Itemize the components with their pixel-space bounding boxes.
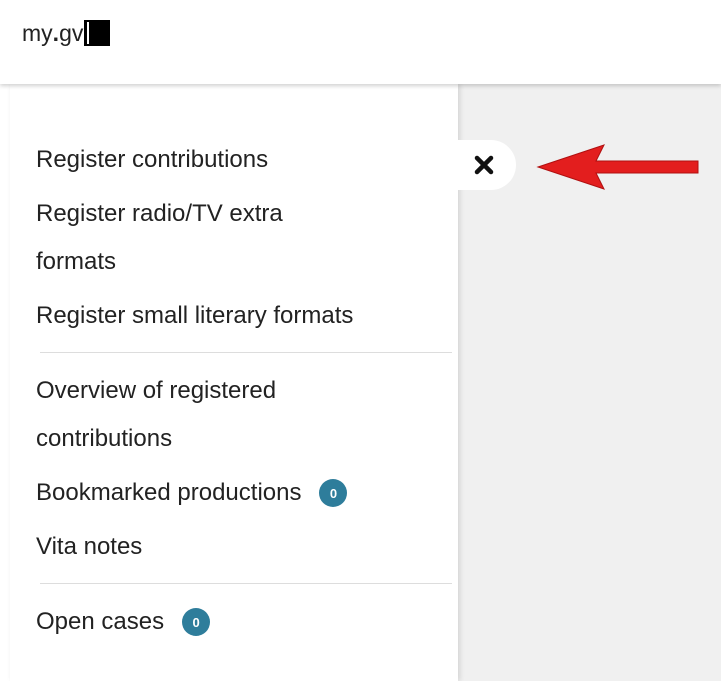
menu-item-overview-registered[interactable]: Overview of registered contributions [36, 367, 426, 463]
open-cases-count-badge: 0 [182, 608, 211, 636]
menu-item-label: Register small literary formats [36, 302, 354, 329]
menu-item-register-radio-tv[interactable]: Register radio/TV extra formats [36, 190, 426, 286]
menu-item-label: Vita notes [36, 533, 143, 560]
menu-divider [40, 352, 452, 353]
menu-item-label-line2: contributions [36, 425, 173, 452]
bookmarked-count-badge: 0 [319, 479, 348, 507]
app-logo[interactable]: my. gv [22, 16, 111, 50]
menu-item-label: Open cases [36, 608, 165, 635]
menu-item-register-contributions[interactable]: Register contributions [36, 136, 426, 184]
menu-item-bookmarked-productions[interactable]: Bookmarked productions 0 [36, 469, 426, 517]
app-header: my. gv [0, 0, 721, 84]
navigation-drawer: Register contributions Register radio/TV… [10, 84, 458, 681]
nav-menu: Register contributions Register radio/TV… [36, 136, 452, 646]
menu-divider [40, 583, 452, 584]
menu-item-label-line1: Overview of registered [36, 377, 277, 404]
menu-item-label-line2: formats [36, 248, 117, 275]
close-drawer-button[interactable] [458, 140, 516, 190]
text-cursor-block [84, 20, 111, 46]
menu-item-label: Register contributions [36, 146, 269, 173]
menu-item-label-line1: Register radio/TV extra [36, 200, 283, 227]
menu-item-vita-notes[interactable]: Vita notes [36, 523, 426, 571]
arrow-left-annotation-icon [536, 144, 699, 190]
logo-text: my [22, 19, 53, 46]
menu-item-label: Bookmarked productions [36, 479, 302, 506]
menu-item-register-small-literary[interactable]: Register small literary formats [36, 292, 426, 340]
close-icon [474, 155, 494, 175]
logo-suffix: gv [59, 19, 84, 46]
menu-item-open-cases[interactable]: Open cases 0 [36, 598, 426, 646]
